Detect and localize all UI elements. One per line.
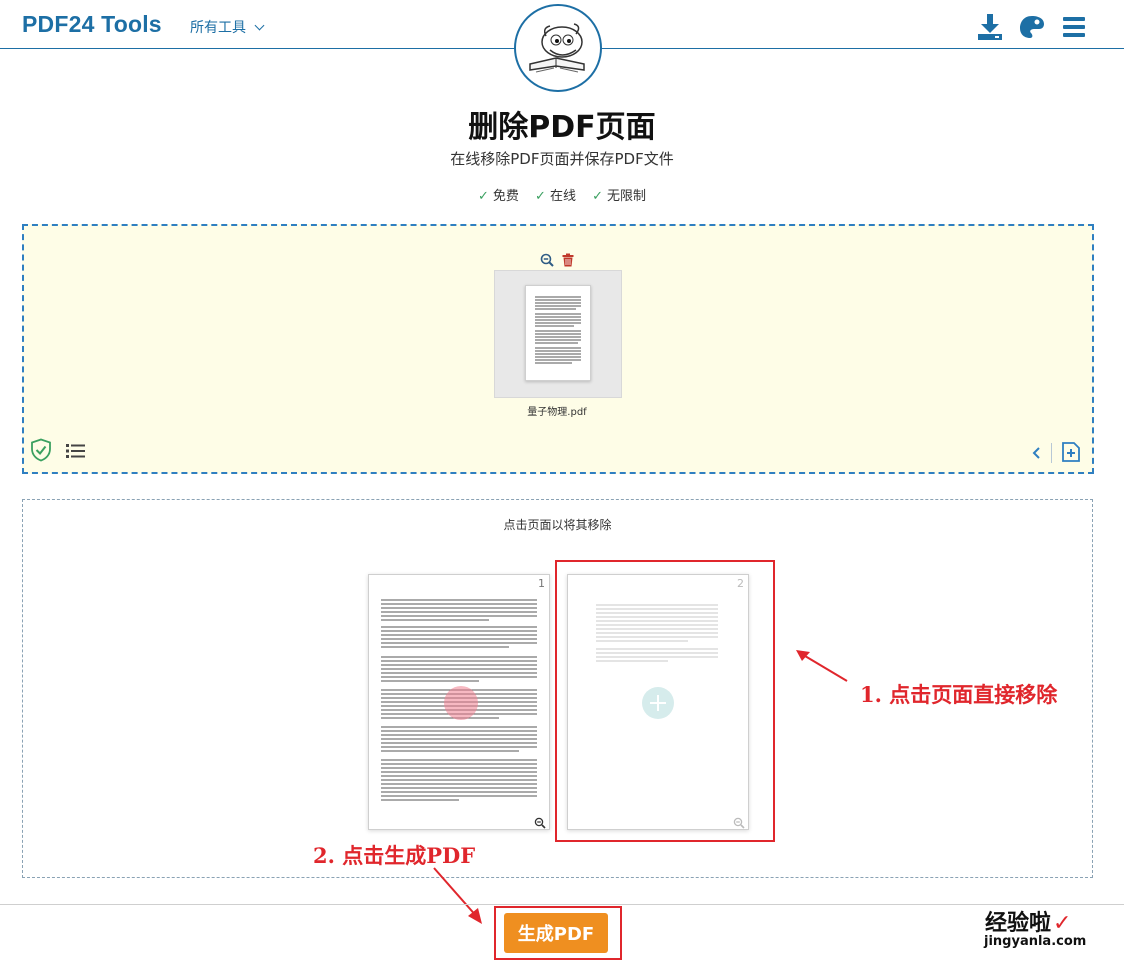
chevron-down-icon bbox=[255, 20, 265, 31]
toolbar-divider bbox=[1051, 443, 1052, 463]
feature-free: ✓ 免费 bbox=[477, 189, 519, 204]
zoom-out-icon[interactable] bbox=[534, 814, 546, 829]
add-file-icon[interactable] bbox=[1060, 441, 1082, 463]
feature-online: ✓ 在线 bbox=[535, 189, 576, 204]
annotation-arrow-1 bbox=[792, 645, 852, 685]
all-tools-menu[interactable]: 所有工具 bbox=[190, 17, 265, 37]
zoom-out-icon[interactable] bbox=[540, 252, 554, 267]
hamburger-menu-icon[interactable] bbox=[1059, 12, 1089, 42]
trash-icon[interactable] bbox=[561, 252, 575, 267]
file-thumbnail bbox=[525, 285, 591, 381]
feature-list: ✓ 免费 ✓ 在线 ✓ 无限制 bbox=[0, 185, 1124, 204]
chevron-left-icon[interactable] bbox=[1031, 445, 1043, 459]
annotation-step-1: 1. 点击页面直接移除 bbox=[860, 682, 1058, 707]
pages-hint: 点击页面以将其移除 bbox=[503, 518, 612, 532]
annotation-arrow-2 bbox=[428, 864, 488, 926]
page-subtitle: 在线移除PDF页面并保存PDF文件 bbox=[450, 150, 674, 168]
annotation-highlight-page bbox=[555, 560, 775, 842]
palette-icon[interactable] bbox=[1017, 12, 1047, 42]
list-view-icon[interactable] bbox=[66, 443, 86, 459]
site-logo[interactable]: PDF24 Tools bbox=[22, 11, 162, 38]
watermark-url: jingyanla.com bbox=[984, 934, 1087, 949]
generate-pdf-button[interactable]: 生成PDF bbox=[504, 913, 608, 953]
mascot-logo[interactable] bbox=[514, 4, 602, 92]
check-icon: ✓ bbox=[592, 189, 603, 204]
footer-divider bbox=[0, 904, 1124, 905]
page-number: 1 bbox=[538, 577, 545, 590]
all-tools-label: 所有工具 bbox=[190, 20, 246, 36]
check-icon: ✓ bbox=[477, 189, 489, 204]
watermark: 经验啦✓ bbox=[985, 911, 1072, 936]
shield-check-icon[interactable] bbox=[30, 438, 52, 462]
page-title: 删除PDF页面 bbox=[468, 110, 656, 145]
watermark-check: ✓ bbox=[1053, 911, 1072, 936]
feature-unlimited: ✓ 无限制 bbox=[592, 189, 647, 204]
check-icon: ✓ bbox=[535, 189, 546, 204]
download-icon[interactable] bbox=[975, 12, 1005, 42]
file-name: 量子物理.pdf bbox=[527, 407, 587, 418]
page-thumb-1[interactable]: 1 bbox=[368, 574, 550, 830]
